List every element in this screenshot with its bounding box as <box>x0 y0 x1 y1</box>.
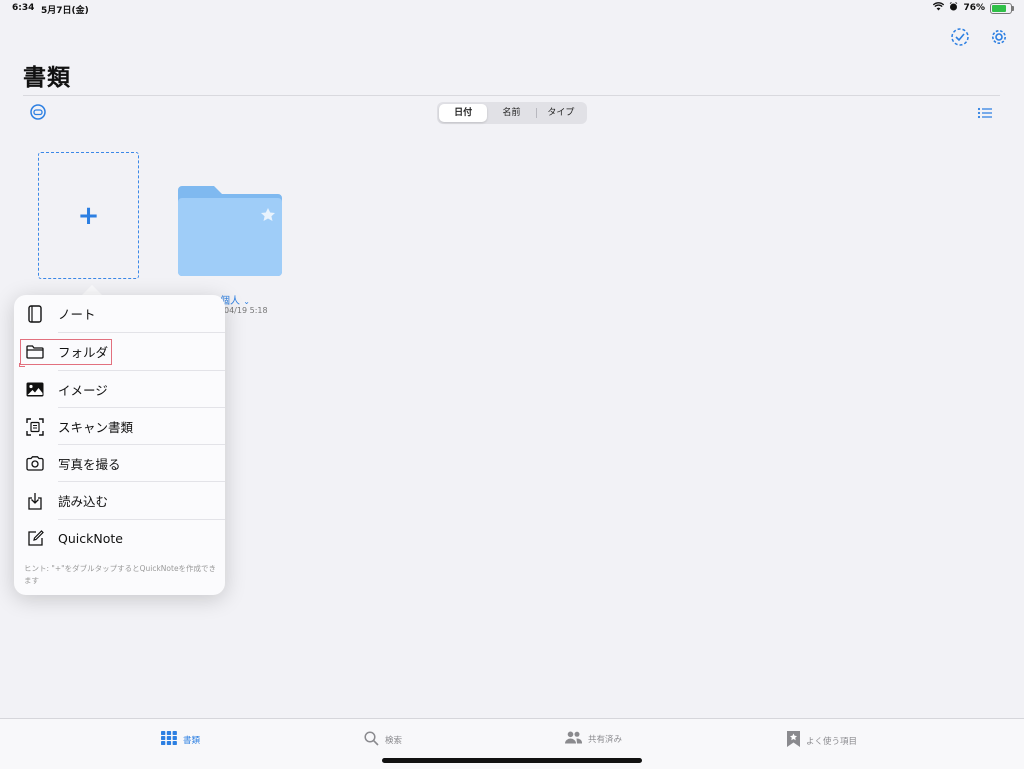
bookmark-star-icon <box>787 731 800 750</box>
tab-search[interactable]: 検索 <box>364 731 402 749</box>
folder-icon <box>178 186 282 276</box>
list-view-icon[interactable] <box>977 105 993 119</box>
quicknote-icon <box>26 530 44 548</box>
camera-icon <box>26 455 44 473</box>
tab-shared[interactable]: 共有済み <box>565 731 622 747</box>
menu-item-label: スキャン書類 <box>58 420 134 435</box>
menu-item-scan[interactable]: スキャン書類 <box>14 408 225 445</box>
home-indicator[interactable] <box>382 758 642 763</box>
plus-icon: + <box>77 200 100 231</box>
menu-item-label: イメージ <box>58 383 108 398</box>
battery-level <box>992 4 1006 12</box>
battery-icon <box>990 2 1014 14</box>
battery-percent: 76% <box>963 3 985 13</box>
grid-icon <box>161 731 177 748</box>
status-date: 5月7日(金) <box>41 6 89 16</box>
popover-arrow <box>82 285 102 295</box>
filter-tag-icon[interactable] <box>29 103 47 121</box>
highlight-frame <box>20 339 112 365</box>
menu-hint-text: ヒント: "+"をダブルタップするとQuickNoteを作成できます <box>24 564 217 585</box>
tab-favorites[interactable]: よく使う項目 <box>787 731 857 750</box>
menu-item-label: 読み込む <box>58 494 109 509</box>
wifi-icon <box>933 2 945 14</box>
tab-label: よく使う項目 <box>806 736 858 747</box>
tab-label: 検索 <box>385 736 403 746</box>
tab-label: 書類 <box>183 735 201 746</box>
sort-option-type[interactable]: タイプ <box>537 104 585 122</box>
status-time: 6:34 <box>12 3 35 13</box>
title-divider <box>23 95 1000 96</box>
sort-option-name[interactable]: 名前 <box>487 104 535 122</box>
sort-option-date[interactable]: 日付 <box>439 104 488 122</box>
search-icon <box>364 731 379 749</box>
image-icon <box>26 381 44 399</box>
sort-segmented-control: 日付 名前 タイプ <box>437 102 587 124</box>
menu-item-note[interactable]: ノート <box>14 295 225 332</box>
page-title: 書類 <box>23 65 71 91</box>
scan-document-icon <box>26 417 44 436</box>
menu-item-take-photo[interactable]: 写真を撮る <box>14 445 225 482</box>
highlight-marker <box>19 363 25 367</box>
tab-label: 共有済み <box>588 735 623 745</box>
folder-date: 04/19 5:18 <box>224 306 268 315</box>
menu-item-import[interactable]: 読み込む <box>14 482 225 519</box>
menu-item-quicknote[interactable]: QuickNote <box>14 520 225 557</box>
status-indicators: 76% <box>933 2 1014 14</box>
settings-gear-icon[interactable] <box>989 27 1009 47</box>
notebook-icon <box>26 304 44 323</box>
import-icon <box>26 492 44 510</box>
folder-tile[interactable] <box>178 186 282 276</box>
select-check-icon[interactable] <box>950 27 970 47</box>
menu-item-image[interactable]: イメージ <box>14 371 225 408</box>
menu-item-label: 写真を撮る <box>58 457 121 472</box>
tab-documents[interactable]: 書類 <box>161 731 200 748</box>
people-icon <box>565 731 583 747</box>
alarm-icon <box>949 2 958 14</box>
new-document-tile[interactable]: + <box>38 152 139 279</box>
menu-item-label: ノート <box>58 307 96 322</box>
chevron-down-icon: ⌄ <box>243 297 250 306</box>
menu-item-label: QuickNote <box>58 531 123 546</box>
